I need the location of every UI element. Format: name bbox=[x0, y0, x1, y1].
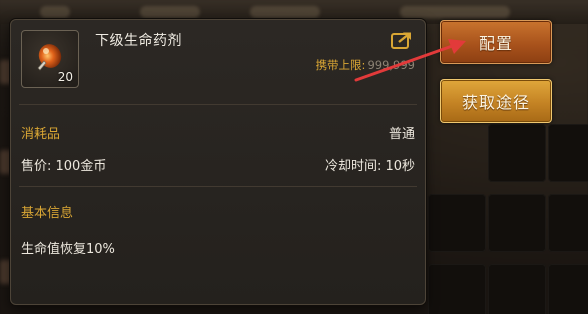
item-cooldown: 冷却时间: 10秒 bbox=[324, 159, 415, 174]
carry-limit: 携带上限: 999,999 bbox=[316, 57, 415, 73]
item-slot: 20 bbox=[21, 30, 79, 88]
inventory-slot[interactable] bbox=[428, 194, 486, 252]
carry-limit-label: 携带上限: bbox=[315, 58, 366, 72]
inventory-slot[interactable] bbox=[488, 194, 546, 252]
configure-button[interactable]: 配置 bbox=[440, 20, 552, 64]
inventory-slot[interactable] bbox=[488, 264, 546, 314]
inventory-slot[interactable] bbox=[488, 124, 546, 182]
item-rarity: 普通 bbox=[388, 127, 415, 142]
item-category: 消耗品 bbox=[21, 127, 61, 142]
item-tooltip-panel: 20 下级生命药剂 携带上限: 999,999 消耗品 普通 售价: 100金币 … bbox=[10, 19, 426, 305]
inventory-slot[interactable] bbox=[548, 194, 588, 252]
inventory-slot[interactable] bbox=[548, 264, 588, 314]
obtain-source-button[interactable]: 获取途径 bbox=[440, 79, 552, 123]
inventory-slot[interactable] bbox=[548, 124, 588, 182]
potion-icon bbox=[37, 44, 62, 71]
item-effect: 生命值恢复10% bbox=[21, 242, 115, 257]
share-icon[interactable] bbox=[391, 31, 413, 49]
carry-limit-value: 999,999 bbox=[367, 58, 415, 72]
item-name: 下级生命药剂 bbox=[95, 33, 182, 49]
item-count: 20 bbox=[57, 70, 73, 84]
divider bbox=[19, 186, 417, 187]
divider bbox=[19, 104, 417, 105]
basic-info-title: 基本信息 bbox=[21, 206, 74, 221]
inventory-slot[interactable] bbox=[428, 264, 486, 314]
item-price: 售价: 100金币 bbox=[21, 159, 107, 174]
